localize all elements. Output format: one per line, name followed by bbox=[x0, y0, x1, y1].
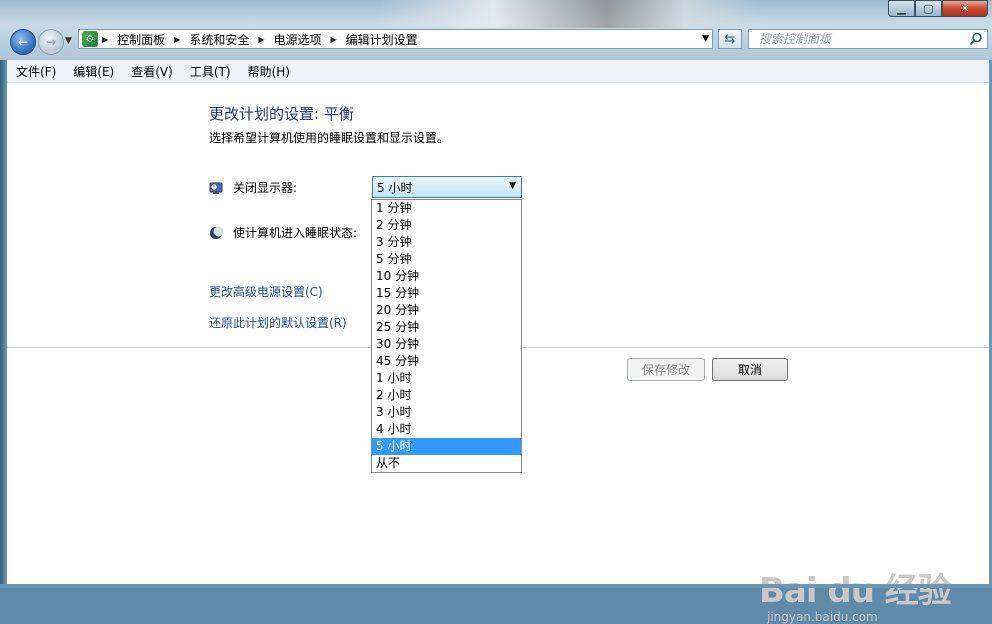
watermark: Bai du 经验 jingyan.baidu.com bbox=[759, 563, 952, 624]
advanced-power-settings-link[interactable]: 更改高级电源设置(C) bbox=[209, 283, 323, 300]
address-dropdown-icon[interactable]: ▼ bbox=[702, 34, 709, 44]
restore-defaults-link[interactable]: 还原此计划的默认设置(R) bbox=[209, 314, 347, 331]
recent-pages-dropdown[interactable]: ▼ bbox=[65, 36, 72, 46]
control-panel-icon: ⚙ bbox=[82, 31, 98, 47]
window-left-border bbox=[0, 60, 7, 588]
back-button[interactable]: ← bbox=[10, 29, 36, 55]
display-off-label: 关闭显示器: bbox=[233, 181, 298, 195]
moon-icon bbox=[210, 226, 223, 239]
dropdown-option[interactable]: 1 分钟 bbox=[372, 200, 521, 217]
arrow-left-icon: ← bbox=[17, 35, 29, 49]
dropdown-option[interactable]: 2 小时 bbox=[372, 387, 521, 404]
dropdown-option[interactable]: 从不 bbox=[372, 455, 521, 472]
breadcrumb-edit-plan[interactable]: 编辑计划设置 bbox=[346, 31, 418, 48]
dropdown-option[interactable]: 15 分钟 bbox=[372, 285, 521, 302]
display-off-row: 关闭显示器: bbox=[209, 179, 297, 196]
breadcrumb-system-security[interactable]: 系统和安全 bbox=[189, 31, 249, 48]
cancel-button[interactable]: 取消 bbox=[712, 358, 788, 381]
save-changes-button[interactable]: 保存修改 bbox=[627, 358, 705, 381]
sleep-row: 使计算机进入睡眠状态: bbox=[209, 224, 357, 241]
dropdown-option[interactable]: 3 小时 bbox=[372, 404, 521, 421]
search-icon[interactable] bbox=[969, 32, 983, 46]
menu-bar: 文件(F) 编辑(E) 查看(V) 工具(T) 帮助(H) bbox=[7, 60, 989, 83]
dropdown-option[interactable]: 4 小时 bbox=[372, 421, 521, 438]
menu-edit[interactable]: 编辑(E) bbox=[64, 63, 122, 80]
menu-file[interactable]: 文件(F) bbox=[7, 63, 64, 80]
sleep-label: 使计算机进入睡眠状态: bbox=[233, 226, 358, 240]
monitor-clock-icon bbox=[209, 182, 223, 194]
chevron-right-icon[interactable]: ▶ bbox=[331, 35, 337, 44]
dropdown-option[interactable]: 30 分钟 bbox=[372, 336, 521, 353]
menu-help[interactable]: 帮助(H) bbox=[239, 63, 298, 80]
dropdown-option[interactable]: 2 分钟 bbox=[372, 217, 521, 234]
dropdown-option[interactable]: 5 小时 bbox=[372, 438, 521, 455]
breadcrumb-power-options[interactable]: 电源选项 bbox=[274, 31, 322, 48]
forward-button[interactable]: → bbox=[38, 29, 64, 55]
close-button[interactable]: ✕ bbox=[942, 0, 988, 17]
watermark-url: jingyan.baidu.com bbox=[767, 610, 878, 624]
menu-tools[interactable]: 工具(T) bbox=[181, 63, 239, 80]
dropdown-option[interactable]: 3 分钟 bbox=[372, 234, 521, 251]
chevron-right-icon[interactable]: ▶ bbox=[174, 35, 180, 44]
dropdown-option[interactable]: 5 分钟 bbox=[372, 251, 521, 268]
window-chrome: ▁ ▢ ✕ ← → ▼ ⚙ ▶ 控制面板 ▶ 系统和安全 ▶ 电源选项 ▶ 编辑… bbox=[0, 0, 992, 60]
menu-view[interactable]: 查看(V) bbox=[122, 63, 181, 80]
chevron-down-icon: ▼ bbox=[509, 181, 516, 191]
chevron-right-icon[interactable]: ▶ bbox=[102, 35, 108, 44]
arrow-right-icon: → bbox=[45, 35, 57, 49]
page-title: 更改计划的设置: 平衡 bbox=[209, 105, 354, 123]
window-controls: ▁ ▢ ✕ bbox=[888, 0, 988, 18]
refresh-icon: ⇆ bbox=[724, 31, 736, 47]
dropdown-option[interactable]: 10 分钟 bbox=[372, 268, 521, 285]
window-bottom-border bbox=[0, 584, 992, 588]
maximize-button[interactable]: ▢ bbox=[915, 0, 942, 17]
page-description: 选择希望计算机使用的睡眠设置和显示设置。 bbox=[209, 131, 450, 145]
search-input[interactable] bbox=[757, 31, 971, 47]
minimize-button[interactable]: ▁ bbox=[888, 0, 915, 17]
breadcrumb-control-panel[interactable]: 控制面板 bbox=[117, 31, 165, 48]
display-off-value: 5 小时 bbox=[377, 180, 413, 195]
dropdown-option[interactable]: 45 分钟 bbox=[372, 353, 521, 370]
refresh-button[interactable]: ⇆ bbox=[718, 29, 742, 49]
main-content: 更改计划的设置: 平衡 选择希望计算机使用的睡眠设置和显示设置。 关闭显示器: … bbox=[7, 83, 989, 624]
background-photo bbox=[380, 0, 760, 28]
address-bar[interactable]: ⚙ ▶ 控制面板 ▶ 系统和安全 ▶ 电源选项 ▶ 编辑计划设置 ▼ bbox=[78, 29, 713, 49]
search-box[interactable] bbox=[748, 29, 988, 49]
dropdown-option[interactable]: 20 分钟 bbox=[372, 302, 521, 319]
dropdown-option[interactable]: 25 分钟 bbox=[372, 319, 521, 336]
display-off-dropdown-list: 1 分钟 2 分钟 3 分钟 5 分钟 10 分钟 15 分钟 20 分钟 25 分钟 30 分… bbox=[371, 199, 522, 473]
chevron-right-icon[interactable]: ▶ bbox=[258, 35, 264, 44]
display-off-select[interactable]: 5 小时 ▼ bbox=[372, 176, 522, 198]
dropdown-option[interactable]: 1 小时 bbox=[372, 370, 521, 387]
